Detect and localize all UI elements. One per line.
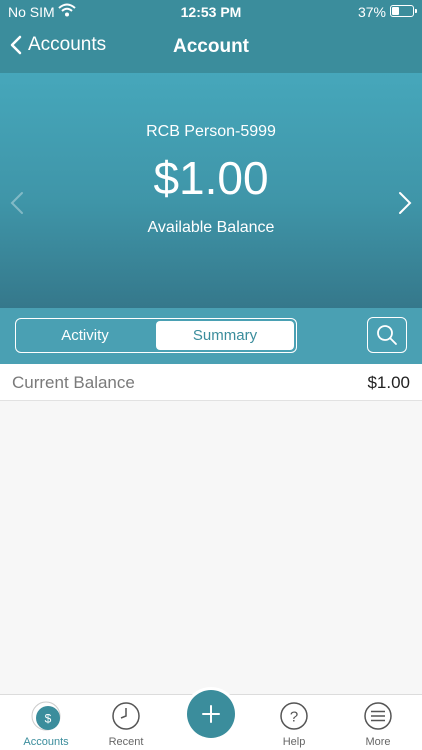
available-balance-amount: $1.00 [153, 152, 269, 204]
svg-text:?: ? [290, 709, 298, 726]
tab-more[interactable]: More [336, 695, 420, 750]
add-button[interactable] [187, 690, 235, 738]
clock-icon [112, 702, 140, 730]
view-segmented-control: Activity Summary [15, 318, 297, 353]
search-button[interactable] [367, 317, 407, 353]
battery-icon [390, 5, 417, 17]
account-name: RCB Person-5999 [146, 123, 276, 140]
status-bar: No SIM 12:53 PM 37% [0, 0, 422, 24]
header: No SIM 12:53 PM 37% Accounts Account [0, 0, 422, 73]
battery-percent: 37% [357, 4, 386, 20]
current-balance-value: $1.00 [367, 373, 410, 392]
menu-icon [364, 702, 392, 730]
current-balance-label: Current Balance [12, 373, 135, 392]
help-icon: ? [280, 702, 308, 730]
svg-text:$: $ [45, 712, 52, 726]
tab-summary[interactable]: Summary [156, 321, 294, 350]
plus-icon [202, 705, 220, 723]
page-title: Account [173, 36, 249, 57]
current-balance-row: Current Balance $1.00 [0, 364, 422, 401]
chevron-right-icon [399, 192, 412, 214]
tab-accounts[interactable]: $ Accounts [4, 695, 88, 750]
nav-bar: Accounts Account [0, 30, 422, 66]
tab-recent-label: Recent [108, 736, 144, 748]
segment-bar: Activity Summary [0, 308, 422, 364]
tab-activity[interactable]: Activity [16, 319, 154, 352]
next-account-button[interactable] [398, 191, 412, 220]
search-icon [377, 325, 397, 345]
tab-recent[interactable]: Recent [84, 695, 168, 750]
tab-more-label: More [365, 736, 391, 748]
accounts-icon: $ [31, 701, 61, 731]
tab-accounts-label: Accounts [23, 736, 69, 748]
tab-help[interactable]: ? Help [252, 695, 336, 750]
account-hero: RCB Person-5999 $1.00 Available Balance [0, 73, 422, 308]
tab-help-label: Help [282, 736, 306, 748]
available-balance-label: Available Balance [147, 219, 275, 236]
